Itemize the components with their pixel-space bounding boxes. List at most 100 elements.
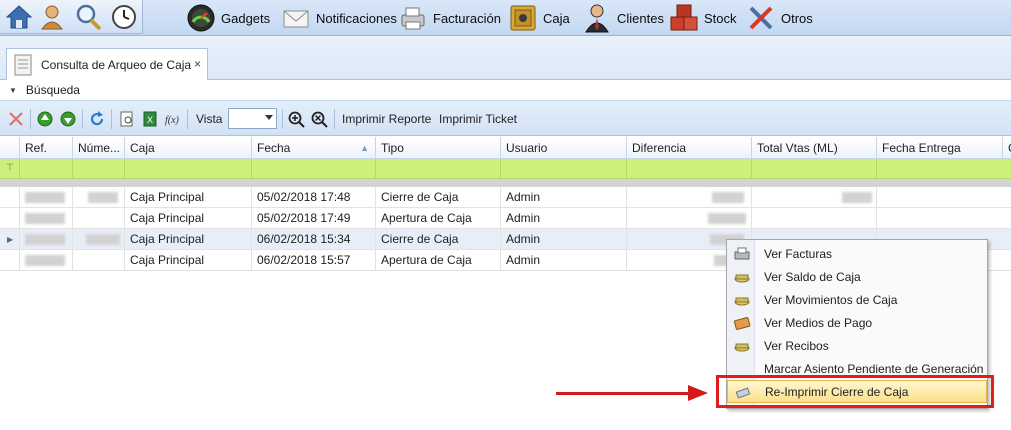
filter-cell[interactable] <box>626 159 751 179</box>
ribbon: Gadgets Notificaciones Facturación Caja … <box>0 0 1011 36</box>
print-preview-icon[interactable] <box>119 109 135 129</box>
document-icon <box>14 54 32 75</box>
print-report-button[interactable]: Imprimir Reporte <box>342 109 431 129</box>
menu-clientes[interactable]: Clientes <box>582 0 664 36</box>
menu-otros-label: Otros <box>781 10 813 26</box>
cell-usuario: Admin <box>500 187 626 208</box>
cell-numero <box>72 187 124 208</box>
table-row[interactable]: Caja Principal 05/02/2018 17:48 Cierre d… <box>0 187 1011 208</box>
menu-item-ver-medios-pago[interactable]: Ver Medios de Pago <box>727 311 987 334</box>
cell-numero <box>72 208 124 229</box>
annotation-arrow-head <box>688 385 708 401</box>
column-header-numero[interactable]: Núme... <box>72 137 124 159</box>
filter-cell[interactable] <box>124 159 251 179</box>
move-down-icon[interactable] <box>60 109 76 129</box>
highlight-box <box>716 375 994 408</box>
filter-row[interactable]: ⊤ <box>0 159 1011 179</box>
redacted-value <box>25 192 65 204</box>
delete-icon[interactable] <box>8 109 24 129</box>
filter-cell[interactable] <box>375 159 500 179</box>
formula-icon[interactable]: f(x) <box>164 109 182 129</box>
cell-ref <box>19 208 72 229</box>
filter-cell[interactable] <box>19 159 72 179</box>
redacted-value <box>712 192 744 204</box>
document-tabstrip: Consulta de Arqueo de Caja × <box>0 36 1011 80</box>
search-icon[interactable] <box>74 3 102 31</box>
cash-icon <box>734 274 750 282</box>
search-panel-label: Búsqueda <box>25 83 80 97</box>
redacted-value <box>86 234 120 246</box>
menu-notificaciones[interactable]: Notificaciones <box>281 0 397 36</box>
filter-cell[interactable] <box>751 159 876 179</box>
move-up-icon[interactable] <box>37 109 53 129</box>
group-separator <box>0 179 1011 187</box>
menu-otros[interactable]: Otros <box>746 0 813 36</box>
menu-item-ver-saldo[interactable]: Ver Saldo de Caja <box>727 265 987 288</box>
filter-cell[interactable] <box>251 159 375 179</box>
zoom-in-icon[interactable] <box>288 109 306 129</box>
menu-item-label: Ver Medios de Pago <box>764 315 873 330</box>
cell-fecha: 05/02/2018 17:48 <box>251 187 375 208</box>
column-header-c[interactable]: C <box>1002 137 1011 159</box>
column-header-caja[interactable]: Caja <box>124 137 251 159</box>
payment-icon <box>733 316 751 330</box>
table-row[interactable]: Caja Principal 05/02/2018 17:49 Apertura… <box>0 208 1011 229</box>
user-icon[interactable] <box>38 3 66 31</box>
menu-clientes-label: Clientes <box>617 10 664 26</box>
excel-export-icon[interactable]: X <box>142 109 158 129</box>
menu-facturacion-label: Facturación <box>433 10 501 26</box>
collapse-triangle-icon[interactable]: ▼ <box>9 86 17 95</box>
menu-item-ver-facturas[interactable]: Ver Facturas <box>727 242 987 265</box>
menu-gadgets[interactable]: Gadgets <box>186 0 270 36</box>
cell-numero <box>72 229 124 250</box>
cell-fecha: 06/02/2018 15:57 <box>251 250 375 271</box>
menu-stock[interactable]: Stock <box>669 0 737 36</box>
menu-item-label: Marcar Asiento Pendiente de Generación <box>764 361 984 376</box>
printer-icon <box>401 7 425 30</box>
close-icon[interactable]: × <box>194 57 201 71</box>
column-header-fecha-entrega[interactable]: Fecha Entrega <box>876 137 1002 159</box>
menu-item-label: Ver Saldo de Caja <box>764 269 861 284</box>
row-pointer-icon: ▶ <box>7 235 14 244</box>
printer-icon <box>734 247 750 259</box>
menu-item-ver-recibos[interactable]: Ver Recibos <box>727 334 987 357</box>
menu-item-label: Ver Movimientos de Caja <box>764 292 898 307</box>
refresh-icon[interactable] <box>89 109 105 129</box>
toolbar-separator <box>334 109 335 129</box>
filter-cell[interactable] <box>500 159 626 179</box>
filter-icon: ⊤ <box>6 162 14 172</box>
clock-icon[interactable] <box>110 3 138 31</box>
toolbar-separator <box>82 109 83 129</box>
cell-caja: Caja Principal <box>124 187 251 208</box>
toolbar-separator <box>111 109 112 129</box>
column-header-usuario[interactable]: Usuario <box>500 137 626 159</box>
column-header-total-vtas[interactable]: Total Vtas (ML) <box>751 137 876 159</box>
menu-facturacion[interactable]: Facturación <box>398 0 501 36</box>
print-ticket-button[interactable]: Imprimir Ticket <box>439 109 517 129</box>
zoom-clear-icon[interactable] <box>311 109 329 129</box>
redacted-value <box>25 213 65 225</box>
vista-select[interactable] <box>228 108 277 129</box>
filter-cell[interactable] <box>876 159 1002 179</box>
cell-numero <box>72 250 124 271</box>
cell-fecha-entrega <box>876 187 1002 208</box>
column-header-fecha-label: Fecha <box>257 141 291 155</box>
column-header-ref[interactable]: Ref. <box>19 137 72 159</box>
chevron-down-icon <box>265 115 273 120</box>
grid-header: Ref. Núme... Caja Fecha ▲ Tipo Usuario D… <box>0 137 1011 159</box>
sort-ascending-icon: ▲ <box>360 143 369 153</box>
filter-cell[interactable] <box>72 159 124 179</box>
menu-caja[interactable]: Caja <box>508 0 570 36</box>
column-header-diferencia[interactable]: Diferencia <box>626 137 751 159</box>
safe-icon <box>510 5 536 31</box>
column-header-fecha[interactable]: Fecha ▲ <box>251 137 375 159</box>
grid-toolbar: X f(x) Vista Imprimir Reporte Imprimir T… <box>0 101 1011 136</box>
menu-item-ver-movimientos[interactable]: Ver Movimientos de Caja <box>727 288 987 311</box>
search-panel-header[interactable]: ▼ Búsqueda <box>0 80 1011 101</box>
tab-consulta-arqueo[interactable]: Consulta de Arqueo de Caja × <box>6 48 208 80</box>
home-icon[interactable] <box>5 3 33 31</box>
redacted-value <box>842 192 872 204</box>
svg-text:X: X <box>147 115 153 125</box>
menu-item-label: Ver Facturas <box>764 246 833 261</box>
column-header-tipo[interactable]: Tipo <box>375 137 500 159</box>
